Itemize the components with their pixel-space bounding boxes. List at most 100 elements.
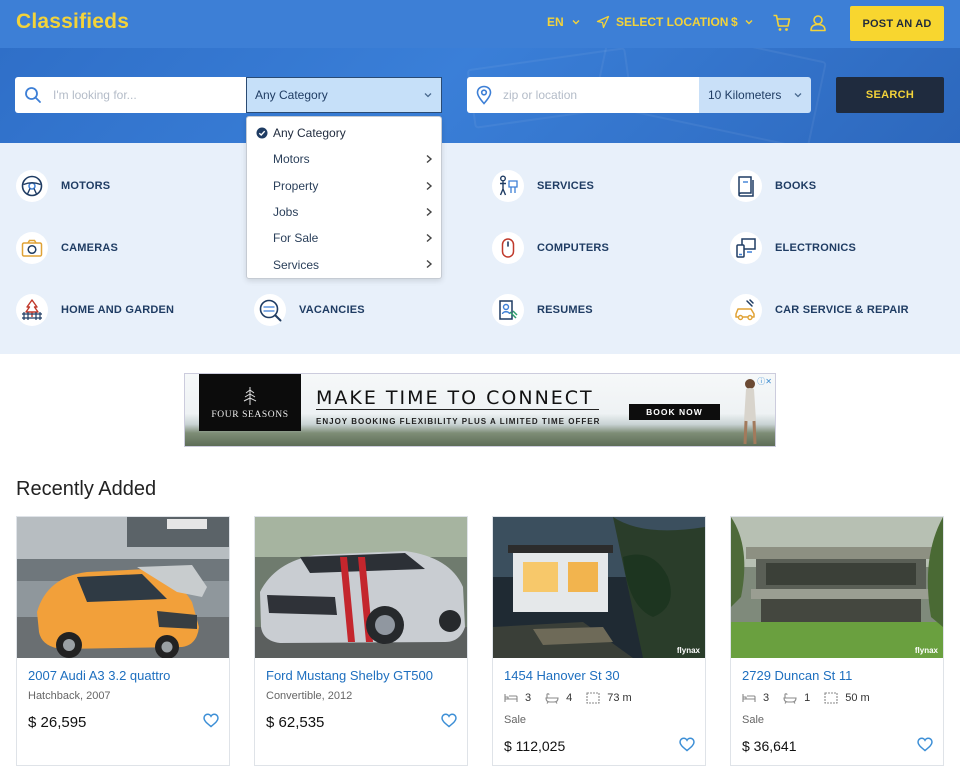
ad-book-now-button[interactable]: BOOK NOW <box>629 404 720 420</box>
category-vacancies[interactable]: VACANCIES <box>254 294 365 326</box>
services-icon <box>492 170 524 202</box>
currency-selector[interactable]: $ <box>731 15 754 29</box>
category-resumes[interactable]: RESUMES <box>492 294 593 326</box>
listing-card[interactable]: flynax 1454 Hanover St 30 3 4 73 m Sale … <box>492 516 706 766</box>
category-label: RESUMES <box>537 304 593 316</box>
bath-icon <box>545 692 559 704</box>
chevron-right-icon <box>426 181 433 190</box>
category-computers[interactable]: COMPUTERS <box>492 232 609 264</box>
listing-features: 3 1 50 m <box>742 692 884 704</box>
listing-title[interactable]: 1454 Hanover St 30 <box>504 668 620 683</box>
listing-price: $ 36,641 <box>742 738 797 754</box>
listing-photo[interactable] <box>255 517 467 658</box>
chevron-down-icon <box>745 20 753 25</box>
bed-icon <box>742 694 756 702</box>
listing-photo[interactable] <box>17 517 229 658</box>
chevron-right-icon <box>426 234 433 243</box>
dropdown-item-services[interactable]: Services <box>247 251 441 277</box>
bathrooms-count: 4 <box>566 692 573 704</box>
location-arrow-icon <box>596 15 610 29</box>
heart-icon[interactable] <box>203 713 219 728</box>
chevron-down-icon <box>424 93 432 98</box>
listing-card[interactable]: Ford Mustang Shelby GT500 Convertible, 2… <box>254 516 468 766</box>
listing-subtitle: Hatchback, 2007 <box>28 690 111 702</box>
listing-features: 3 4 73 m <box>504 692 646 704</box>
listing-price: $ 62,535 <box>266 714 325 731</box>
dropdown-item-for-sale[interactable]: For Sale <box>247 225 441 251</box>
category-label: COMPUTERS <box>537 242 610 254</box>
area-icon <box>586 692 600 704</box>
chevron-right-icon <box>426 207 433 216</box>
site-logo[interactable]: Classifieds <box>16 10 129 34</box>
dropdown-item-motors[interactable]: Motors <box>247 146 441 172</box>
listing-price: $ 112,025 <box>504 738 566 754</box>
dropdown-item-jobs[interactable]: Jobs <box>247 199 441 225</box>
dropdown-item-label: Any Category <box>273 126 346 141</box>
account-button[interactable] <box>808 13 828 33</box>
listing-title[interactable]: 2729 Duncan St 11 <box>742 668 852 683</box>
user-icon <box>810 15 826 32</box>
steering-wheel-icon <box>16 170 48 202</box>
category-label: SERVICES <box>537 180 595 192</box>
heart-icon[interactable] <box>679 737 695 752</box>
heart-icon[interactable] <box>917 737 933 752</box>
location-input[interactable]: zip or location <box>467 77 700 113</box>
top-bar: Classifieds EN SELECT LOCATION $ POST AN… <box>0 0 960 48</box>
search-button[interactable]: SEARCH <box>836 77 944 113</box>
chevron-right-icon <box>426 155 433 164</box>
heart-icon[interactable] <box>441 713 457 728</box>
keyword-search-input[interactable]: I'm looking for... <box>15 77 247 113</box>
post-ad-button[interactable]: POST AN AD <box>850 6 944 41</box>
category-label: VACANCIES <box>299 304 365 316</box>
category-car-service-repair[interactable]: CAR SERVICE & REPAIR <box>730 294 909 326</box>
category-electronics[interactable]: ELECTRONICS <box>730 232 856 264</box>
dropdown-item-label: Jobs <box>273 205 299 220</box>
category-label: MOTORS <box>61 180 111 192</box>
listing-photo[interactable]: flynax <box>493 517 705 658</box>
area-icon <box>824 692 838 704</box>
recently-added-heading: Recently Added <box>16 478 157 500</box>
chevron-down-icon <box>572 20 580 25</box>
cart-button[interactable] <box>772 13 792 33</box>
dropdown-item-label: Services <box>273 257 320 272</box>
category-label: CAMERAS <box>61 242 119 254</box>
ad-info-icon[interactable]: ⓘ✕ <box>757 376 772 387</box>
area-value: 50 m <box>845 692 870 704</box>
category-books[interactable]: BOOKS <box>730 170 816 202</box>
category-cameras[interactable]: CAMERAS <box>16 232 118 264</box>
garden-icon <box>16 294 48 326</box>
language-label: EN <box>547 15 564 29</box>
select-location-button[interactable]: SELECT LOCATION <box>596 15 728 29</box>
tree-logo-icon <box>243 386 257 405</box>
language-selector[interactable]: EN <box>547 15 581 29</box>
bed-icon <box>504 694 518 702</box>
dropdown-item-label: Property <box>273 178 319 193</box>
category-services[interactable]: SERVICES <box>492 170 594 202</box>
ad-banner[interactable]: FOUR SEASONS MAKE TIME TO CONNECT ENJOY … <box>184 373 776 447</box>
listing-photo[interactable]: flynax <box>731 517 943 658</box>
jobs-search-icon <box>254 294 286 326</box>
dropdown-item-any-category[interactable]: Any Category <box>247 120 441 146</box>
listing-card[interactable]: flynax 2729 Duncan St 11 3 1 50 m Sale $… <box>730 516 944 766</box>
ad-brand-logo: FOUR SEASONS <box>199 374 301 431</box>
ad-subline: ENJOY BOOKING FLEXIBILITY PLUS A LIMITED… <box>316 417 601 426</box>
listing-type: Sale <box>504 714 527 726</box>
ad-divider <box>316 409 599 410</box>
search-icon <box>25 87 41 103</box>
listing-title[interactable]: 2007 Audi A3 3.2 quattro <box>28 668 170 683</box>
bedrooms: 3 <box>742 692 769 704</box>
chevron-right-icon <box>426 260 433 269</box>
category-select[interactable]: Any Category <box>246 77 442 113</box>
photo-watermark: flynax <box>914 646 938 655</box>
car-repair-icon <box>730 294 762 326</box>
map-pin-icon <box>476 85 492 105</box>
listing-title[interactable]: Ford Mustang Shelby GT500 <box>266 668 433 683</box>
dropdown-item-property[interactable]: Property <box>247 173 441 199</box>
listing-card[interactable]: 2007 Audi A3 3.2 quattro Hatchback, 2007… <box>16 516 230 766</box>
select-location-label: SELECT LOCATION <box>616 15 729 29</box>
listing-subtitle: Convertible, 2012 <box>266 690 353 702</box>
category-motors[interactable]: MOTORS <box>16 170 110 202</box>
category-home-and-garden[interactable]: HOME AND GARDEN <box>16 294 174 326</box>
radius-select[interactable]: 10 Kilometers <box>699 77 811 113</box>
check-circle-icon <box>256 127 268 139</box>
